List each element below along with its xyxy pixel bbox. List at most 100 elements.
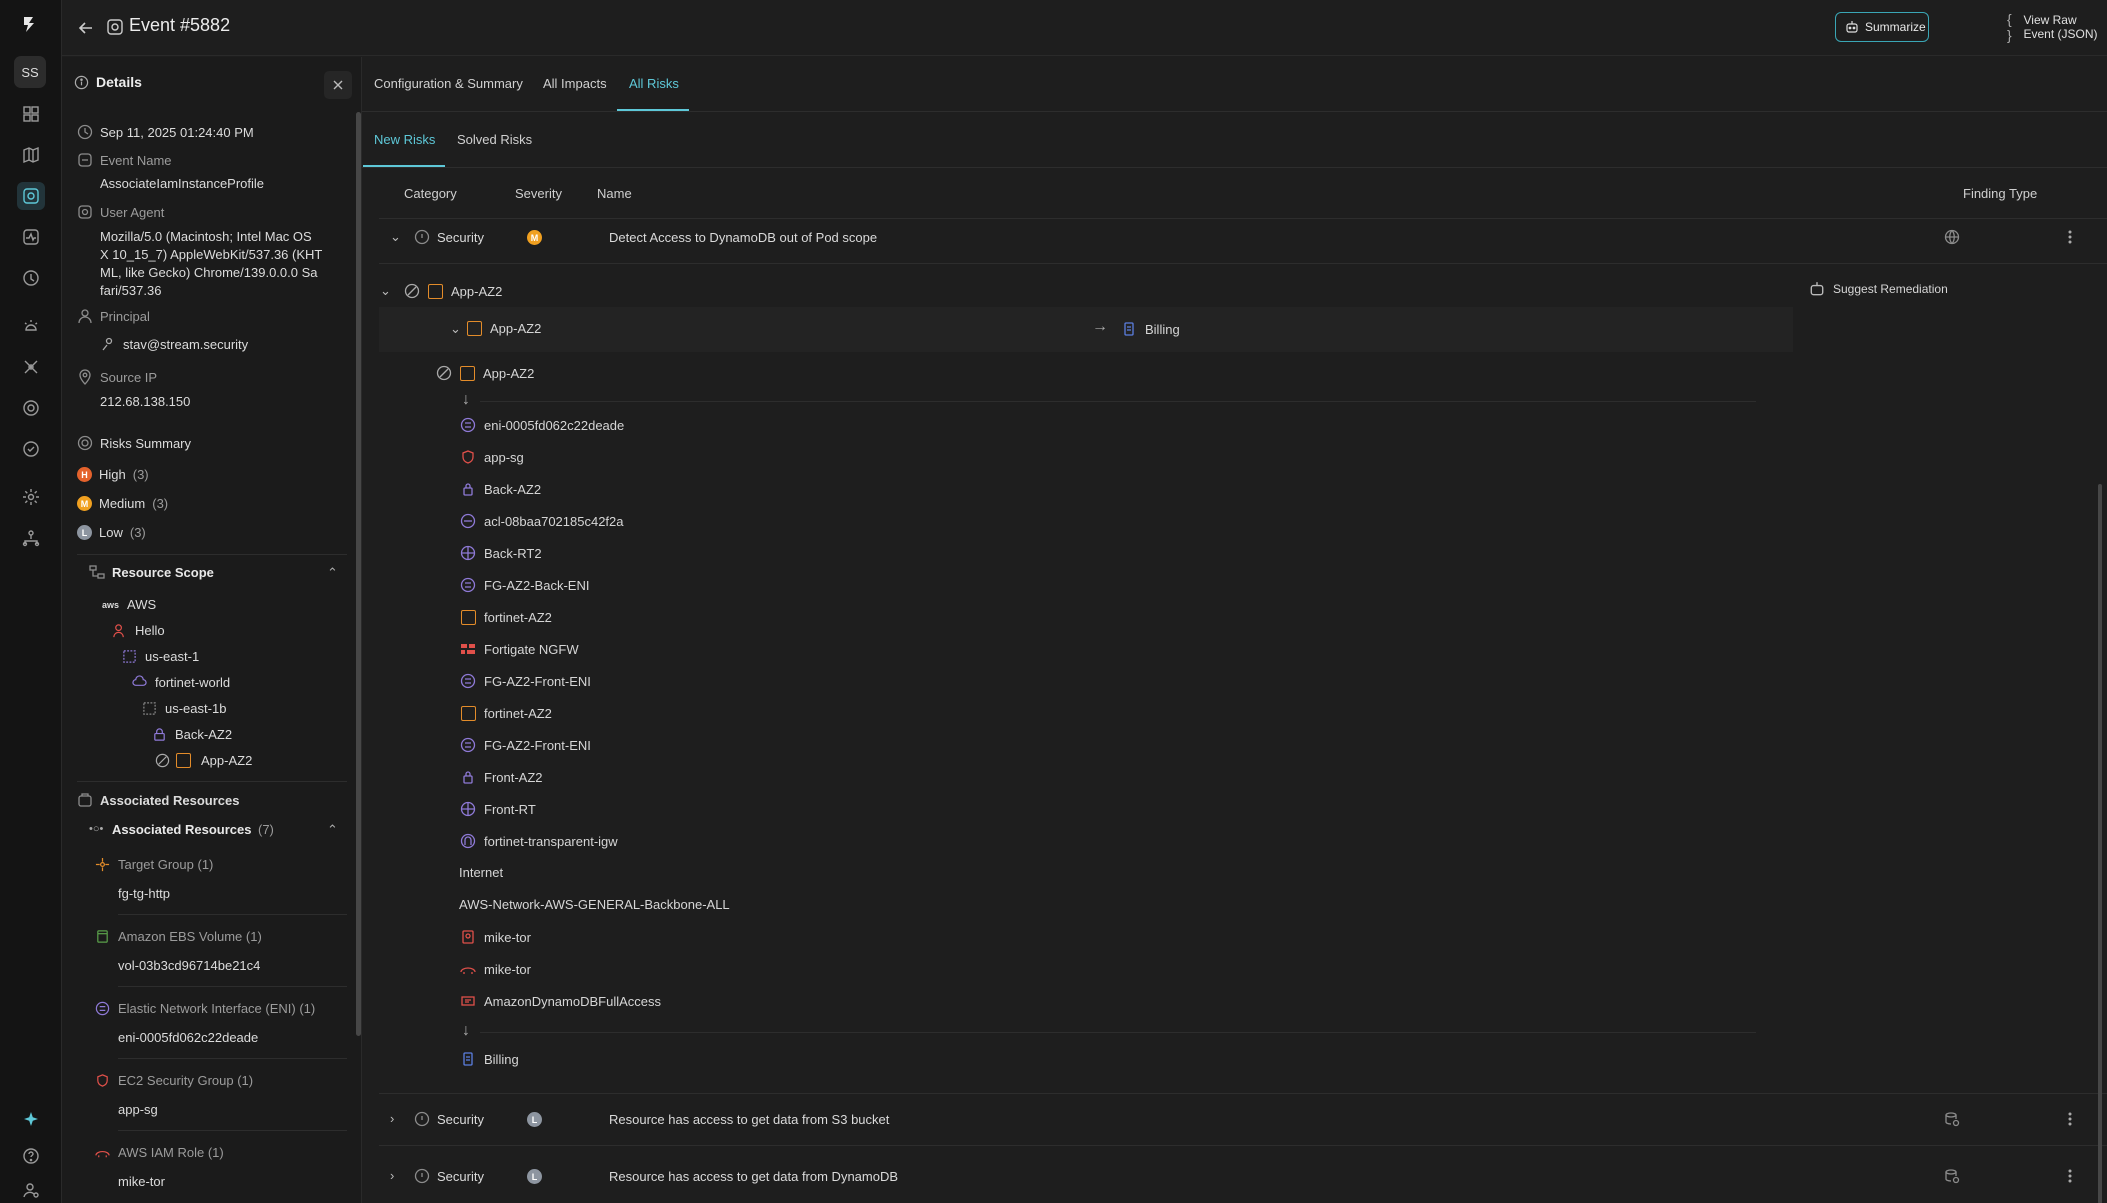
- path-node[interactable]: fortinet-AZ2: [460, 705, 552, 721]
- scope-account[interactable]: Hello: [112, 623, 165, 638]
- volume-icon: [97, 930, 108, 943]
- path-node[interactable]: eni-0005fd062c22deade: [460, 417, 624, 433]
- collapse-chevron-icon[interactable]: ›: [390, 1168, 394, 1183]
- path-node[interactable]: FG-AZ2-Front-ENI: [460, 737, 591, 753]
- path-node[interactable]: Back-RT2: [460, 545, 542, 561]
- view-raw-event-button[interactable]: { } View Raw Event (JSON): [2007, 11, 2107, 43]
- user-settings-icon[interactable]: [17, 1176, 45, 1203]
- org-icon[interactable]: [17, 524, 45, 552]
- path-end-node[interactable]: Billing: [460, 1051, 519, 1067]
- assoc-name[interactable]: eni-0005fd062c22deade: [118, 1030, 258, 1045]
- scope-aws[interactable]: aws AWS: [102, 597, 156, 612]
- scope-instance[interactable]: App-AZ2: [155, 753, 252, 768]
- alerts-icon[interactable]: [17, 312, 45, 340]
- activity-icon[interactable]: [17, 223, 45, 251]
- scope-vpc[interactable]: fortinet-world: [132, 675, 230, 690]
- subtabs-divider: [362, 167, 2107, 168]
- risk-high-row[interactable]: H High (3): [77, 467, 149, 482]
- assoc-type-row[interactable]: AWS IAM Role (1): [95, 1145, 224, 1160]
- path-node[interactable]: FG-AZ2-Back-ENI: [460, 577, 589, 593]
- main-scrollbar[interactable]: [2098, 484, 2102, 1203]
- close-details-button[interactable]: [324, 71, 352, 99]
- column-finding-type[interactable]: Finding Type: [1963, 186, 2037, 201]
- path-node[interactable]: fortinet-AZ2: [460, 609, 552, 625]
- user-avatar[interactable]: SS: [14, 56, 46, 88]
- shield-icon[interactable]: [17, 264, 45, 292]
- risk-name[interactable]: Resource has access to get data from S3 …: [609, 1112, 889, 1127]
- risk-name[interactable]: Resource has access to get data from Dyn…: [609, 1169, 898, 1184]
- associated-resources-title[interactable]: Associated Resources: [112, 822, 251, 837]
- path-node[interactable]: AWS-Network-AWS-GENERAL-Backbone-ALL: [459, 897, 730, 912]
- tab-configuration-summary[interactable]: Configuration & Summary: [374, 76, 523, 91]
- help-icon[interactable]: [17, 1142, 45, 1170]
- info-icon: [74, 75, 89, 89]
- path-node[interactable]: AmazonDynamoDBFullAccess: [460, 993, 661, 1009]
- suggest-remediation-button[interactable]: Suggest Remediation: [1809, 281, 1948, 297]
- assoc-type-row[interactable]: Target Group (1): [95, 857, 213, 872]
- resource-scope-title[interactable]: Resource Scope: [112, 565, 214, 580]
- column-name[interactable]: Name: [597, 186, 632, 201]
- group-node[interactable]: App-AZ2: [404, 283, 502, 299]
- path-node[interactable]: Front-AZ2: [460, 769, 543, 785]
- path-node[interactable]: mike-tor: [460, 961, 531, 977]
- assoc-name[interactable]: mike-tor: [118, 1174, 165, 1189]
- tab-all-impacts[interactable]: All Impacts: [543, 76, 607, 91]
- assoc-type-row[interactable]: Amazon EBS Volume (1): [95, 929, 262, 944]
- user-agent-label: User Agent: [100, 205, 165, 220]
- root-node[interactable]: App-AZ2: [436, 365, 534, 381]
- tab-all-risks[interactable]: All Risks: [629, 76, 679, 91]
- risk-name[interactable]: Detect Access to DynamoDB out of Pod sco…: [609, 230, 877, 245]
- more-options-icon[interactable]: [2068, 1168, 2072, 1184]
- path-node[interactable]: mike-tor: [460, 929, 531, 945]
- risk-low-row[interactable]: L Low (3): [77, 525, 146, 540]
- node-label: Front-RT: [484, 801, 536, 817]
- subtab-new-risks[interactable]: New Risks: [374, 132, 435, 147]
- column-category[interactable]: Category: [404, 186, 457, 201]
- assoc-name[interactable]: vol-03b3cd96714be21c4: [118, 958, 260, 973]
- principal-value[interactable]: stav@stream.security: [123, 337, 248, 352]
- path-node[interactable]: fortinet-transparent-igw: [460, 833, 618, 849]
- compliance-icon[interactable]: [17, 394, 45, 422]
- map-icon[interactable]: [17, 141, 45, 169]
- more-options-icon[interactable]: [2068, 229, 2072, 245]
- scope-subnet[interactable]: Back-AZ2: [152, 727, 232, 742]
- robot-icon: [1809, 281, 1825, 297]
- subtab-solved-risks[interactable]: Solved Risks: [457, 132, 532, 147]
- path-row[interactable]: [379, 307, 1793, 352]
- path-node[interactable]: FG-AZ2-Front-ENI: [460, 673, 591, 689]
- scope-az[interactable]: us-east-1b: [142, 701, 226, 716]
- summarize-button[interactable]: Summarize: [1835, 12, 1929, 42]
- panel-scrollbar[interactable]: [356, 112, 361, 1036]
- path-node[interactable]: Internet: [459, 865, 503, 880]
- assoc-type-row[interactable]: EC2 Security Group (1): [95, 1073, 253, 1088]
- expand-chevron-icon[interactable]: ⌄: [390, 229, 401, 245]
- ai-sparkle-icon[interactable]: [17, 1106, 45, 1134]
- more-options-icon[interactable]: [2068, 1111, 2072, 1127]
- stream-logo-icon[interactable]: [20, 14, 40, 34]
- policies-icon[interactable]: [17, 435, 45, 463]
- scope-region[interactable]: us-east-1: [122, 649, 199, 664]
- path-target[interactable]: Billing: [1121, 321, 1180, 337]
- assoc-name[interactable]: app-sg: [118, 1102, 158, 1117]
- path-source[interactable]: App-AZ2: [467, 321, 541, 336]
- path-node[interactable]: app-sg: [460, 449, 524, 465]
- integrations-icon[interactable]: [17, 353, 45, 381]
- path-node[interactable]: acl-08baa702185c42f2a: [460, 513, 624, 529]
- assoc-name[interactable]: fg-tg-http: [118, 886, 170, 901]
- collapse-chevron-icon[interactable]: ⌃: [327, 822, 338, 838]
- back-arrow-icon[interactable]: [76, 18, 96, 38]
- expand-chevron-icon[interactable]: ⌄: [380, 283, 391, 299]
- column-severity[interactable]: Severity: [515, 186, 562, 201]
- events-icon[interactable]: [17, 182, 45, 210]
- dashboard-icon[interactable]: [17, 100, 45, 128]
- risk-medium-row[interactable]: M Medium (3): [77, 496, 168, 511]
- path-node[interactable]: Back-AZ2: [460, 481, 541, 497]
- gear-icon[interactable]: [17, 483, 45, 511]
- collapse-chevron-icon[interactable]: ›: [390, 1111, 394, 1126]
- assoc-type-row[interactable]: Elastic Network Interface (ENI) (1): [95, 1001, 315, 1016]
- collapse-chevron-icon[interactable]: ⌃: [327, 565, 338, 581]
- path-node[interactable]: Front-RT: [460, 801, 536, 817]
- expand-chevron-icon[interactable]: ⌄: [450, 321, 461, 337]
- node-label: FG-AZ2-Front-ENI: [484, 673, 591, 689]
- path-node[interactable]: Fortigate NGFW: [460, 641, 579, 657]
